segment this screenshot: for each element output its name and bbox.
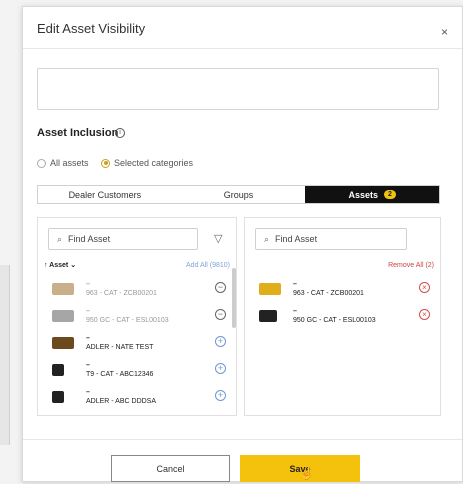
list-item: –950 GC - CAT - ESL00103 × <box>245 302 440 329</box>
radio-circle[interactable] <box>101 158 110 168</box>
minus-icon[interactable]: − <box>215 309 226 320</box>
asset-name: 950 GC - CAT - ESL00103 <box>86 316 169 324</box>
dialog-title: Edit Asset Visibility <box>37 21 146 36</box>
edit-asset-visibility-dialog: Edit Asset Visibility × Asset Inclusion … <box>22 6 463 482</box>
list-item: – T9 - CAT - ABC12346 + <box>38 356 236 383</box>
list-item: –963 - CAT - ZCB00201 − <box>38 275 236 302</box>
asset-name: ADLER - NATE TEST <box>86 343 154 351</box>
left-search-input[interactable]: ⌕ Find Asset <box>48 228 198 250</box>
remove-icon[interactable]: × <box>419 282 430 293</box>
dialog-footer: Cancel Save <box>23 439 462 483</box>
asset-name: 963 - CAT - ZCB00201 <box>293 289 364 297</box>
available-assets-panel: ⌕ Find Asset ▽ ↑ Asset ⌄ Add All (9810) … <box>37 217 237 416</box>
asset-thumbnail <box>52 282 74 295</box>
selected-assets-panel: ⌕ Find Asset Remove All (2) –963 - CAT -… <box>244 217 441 416</box>
assets-count-badge: 2 <box>383 190 396 199</box>
radio-label: All assets <box>50 158 89 168</box>
asset-thumbnail <box>52 336 74 349</box>
asset-name: T9 - CAT - ABC12346 <box>86 370 154 378</box>
list-item: –950 GC - CAT - ESL00103 − <box>38 302 236 329</box>
dialog-header: Edit Asset Visibility × <box>23 7 462 49</box>
asset-thumbnail <box>52 309 74 322</box>
asset-thumbnail <box>52 363 64 376</box>
description-textarea[interactable] <box>37 68 439 110</box>
radio-label: Selected categories <box>114 158 194 168</box>
sort-asset-button[interactable]: ↑ Asset ⌄ <box>44 261 76 269</box>
plus-icon[interactable]: + <box>215 363 226 374</box>
cancel-button[interactable]: Cancel <box>111 455 230 482</box>
category-tabs: Dealer Customers Groups Assets 2 <box>37 185 440 204</box>
radio-selected-categories[interactable]: Selected categories <box>101 158 193 168</box>
tab-groups[interactable]: Groups <box>172 186 306 203</box>
tab-assets[interactable]: Assets 2 <box>305 186 440 203</box>
filter-icon[interactable]: ▽ <box>214 232 222 245</box>
asset-name: ADLER - ABC DDDSA <box>86 397 157 405</box>
right-asset-list: –963 - CAT - ZCB00201 × –950 GC - CAT - … <box>245 275 440 329</box>
right-search-input[interactable]: ⌕ Find Asset <box>255 228 407 250</box>
add-all-link[interactable]: Add All (9810) <box>186 262 230 269</box>
left-list-header: ↑ Asset ⌄ Add All (9810) <box>44 259 230 271</box>
background-panel-edge <box>0 265 10 445</box>
remove-all-link[interactable]: Remove All (2) <box>388 262 434 269</box>
hand-cursor-icon: ☝ <box>299 466 314 480</box>
list-item: – ADLER - ABC DDDSA + <box>38 383 236 410</box>
plus-icon[interactable]: + <box>215 336 226 347</box>
close-icon[interactable]: × <box>441 25 448 39</box>
radio-circle[interactable] <box>37 158 46 168</box>
asset-thumbnail <box>259 282 281 295</box>
list-item: – ADLER - NATE TEST + <box>38 329 236 356</box>
info-icon[interactable]: i <box>115 128 125 138</box>
search-icon: ⌕ <box>264 233 270 244</box>
asset-inclusion-title: Asset Inclusion <box>37 127 119 139</box>
search-icon: ⌕ <box>57 233 63 244</box>
radio-all-assets[interactable]: All assets <box>37 158 89 168</box>
asset-thumbnail <box>259 309 277 322</box>
asset-name: 950 GC - CAT - ESL00103 <box>293 316 376 324</box>
list-item: –963 - CAT - ZCB00201 × <box>245 275 440 302</box>
plus-icon[interactable]: + <box>215 390 226 401</box>
remove-icon[interactable]: × <box>419 309 430 320</box>
minus-icon[interactable]: − <box>215 282 226 293</box>
tab-dealer-customers[interactable]: Dealer Customers <box>38 186 172 203</box>
left-asset-list: –963 - CAT - ZCB00201 − –950 GC - CAT - … <box>38 275 236 410</box>
asset-thumbnail <box>52 390 64 403</box>
right-list-header: Remove All (2) <box>251 259 434 271</box>
asset-name: 963 - CAT - ZCB00201 <box>86 289 157 297</box>
